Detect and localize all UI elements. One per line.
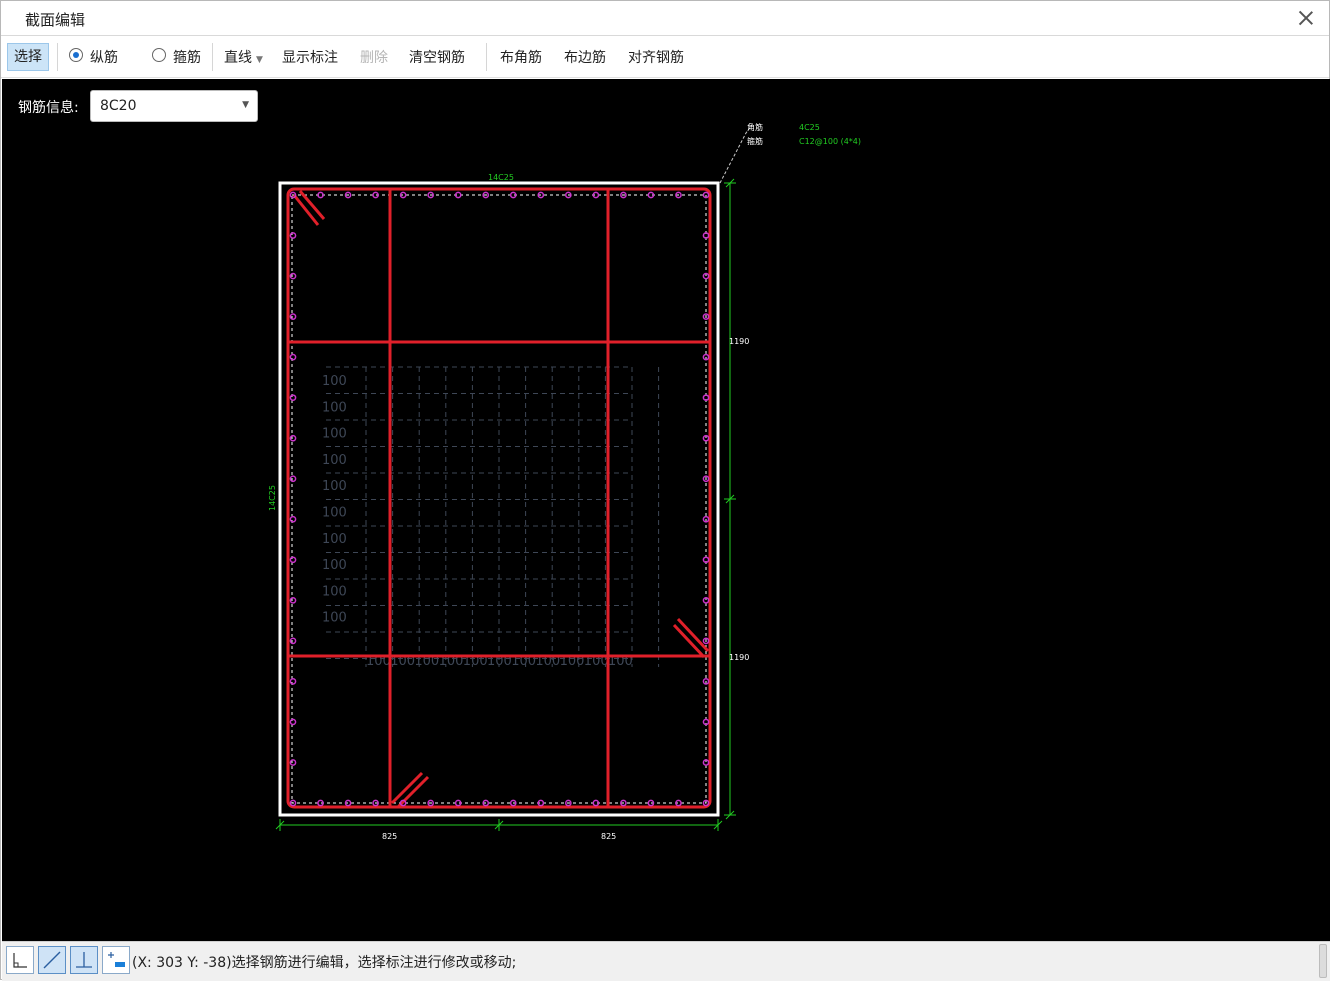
drawing-canvas[interactable]: 钢筋信息: 8C20 ▼ 100 100 100 100 100 100 100 100 100… xyxy=(2,79,1330,941)
section-edit-window: 截面编辑 选择 纵筋 箍筋 直线 ▼ 显示标注 删除 清空钢筋 布角筋 布边筋 对… xyxy=(0,0,1330,981)
toolbar-separator xyxy=(57,43,58,71)
longitudinal-label[interactable]: 纵筋 xyxy=(90,47,118,67)
dim-bottom-right[interactable]: 825 xyxy=(601,832,616,841)
stirrup-spec[interactable]: C12@100 (4*4) xyxy=(799,137,861,146)
dim-right-top[interactable]: 1190 xyxy=(729,337,749,346)
leader-label-stirrup: 箍筋 xyxy=(747,136,763,146)
rebar-dot[interactable] xyxy=(289,434,297,442)
corner-rebar-button[interactable]: 布角筋 xyxy=(500,47,542,67)
line-snap-icon[interactable] xyxy=(38,946,66,974)
stirrup-radio[interactable] xyxy=(152,48,166,62)
window-title: 截面编辑 xyxy=(25,11,86,29)
line-dropdown-label: 直线 xyxy=(224,50,252,66)
longitudinal-radio[interactable] xyxy=(69,48,83,62)
grid-row-label: 100 xyxy=(322,479,347,494)
close-icon[interactable] xyxy=(1295,7,1317,29)
left-dim-label[interactable]: 14C25 xyxy=(268,485,277,511)
rebar-dot[interactable] xyxy=(289,759,297,766)
status-text: (X: 303 Y: -38)选择钢筋进行编辑，选择标注进行修改或移动; xyxy=(132,955,517,971)
grid-row-label: 100 xyxy=(322,506,347,521)
rebar-dot[interactable] xyxy=(289,596,297,604)
corner-rebar-spec[interactable]: 4C25 xyxy=(799,123,820,132)
rebar-dot[interactable] xyxy=(289,313,297,320)
select-button[interactable]: 选择 xyxy=(7,43,49,71)
resize-grip[interactable] xyxy=(1319,944,1327,978)
toolbar: 选择 纵筋 箍筋 直线 ▼ 显示标注 删除 清空钢筋 布角筋 布边筋 对齐钢筋 xyxy=(1,37,1329,78)
leader-line xyxy=(719,124,753,184)
delete-button[interactable]: 删除 xyxy=(360,47,388,67)
grid-row-label: 100 xyxy=(322,532,347,547)
orthogonal-snap-icon[interactable] xyxy=(6,946,34,974)
rebar-dot[interactable] xyxy=(289,272,297,280)
leader-label-corner: 角筋 xyxy=(747,122,763,132)
rebar-dot[interactable] xyxy=(289,515,297,523)
rebar-dot[interactable] xyxy=(289,394,297,402)
dimension-snap-icon[interactable] xyxy=(102,946,130,974)
grid-row-label: 100 xyxy=(322,374,347,389)
grid-row-label: 100 xyxy=(322,427,347,442)
rebar-dot[interactable] xyxy=(289,556,297,564)
section-drawing: 100100100100100100100100100100100 100 100 1… xyxy=(268,122,861,841)
rebar-dot[interactable] xyxy=(289,232,297,239)
toolbar-separator xyxy=(486,43,487,71)
dim-bottom-left[interactable]: 825 xyxy=(382,832,397,841)
rebar-dot[interactable] xyxy=(289,353,297,361)
rebar-dot[interactable] xyxy=(289,475,297,483)
grid-row-label: 100 xyxy=(322,400,347,415)
rebar-dot[interactable] xyxy=(289,637,297,645)
top-dim-label[interactable]: 14C25 xyxy=(488,173,514,182)
show-dims-button[interactable]: 显示标注 xyxy=(282,47,338,67)
stirrup-label[interactable]: 箍筋 xyxy=(173,47,201,67)
status-bar: (X: 303 Y: -38)选择钢筋进行编辑，选择标注进行修改或移动; xyxy=(2,941,1330,981)
line-dropdown[interactable]: 直线 ▼ xyxy=(224,47,263,67)
align-rebar-button[interactable]: 对齐钢筋 xyxy=(628,47,684,67)
toolbar-separator xyxy=(212,43,213,71)
perpendicular-snap-icon[interactable] xyxy=(70,946,98,974)
grid-row-label: 100 xyxy=(322,611,347,626)
rebar-dot[interactable] xyxy=(289,678,297,685)
grid-row-label: 100 xyxy=(322,453,347,468)
title-bar: 截面编辑 xyxy=(1,1,1329,36)
rebar-dot[interactable] xyxy=(289,718,297,726)
edge-rebar-button[interactable]: 布边筋 xyxy=(564,47,606,67)
grid-row-label: 100 xyxy=(322,558,347,573)
dim-right-bottom[interactable]: 1190 xyxy=(729,653,749,662)
chevron-down-icon: ▼ xyxy=(256,55,263,65)
grid-row-label: 100 xyxy=(322,584,347,599)
clear-rebar-button[interactable]: 清空钢筋 xyxy=(409,47,465,67)
